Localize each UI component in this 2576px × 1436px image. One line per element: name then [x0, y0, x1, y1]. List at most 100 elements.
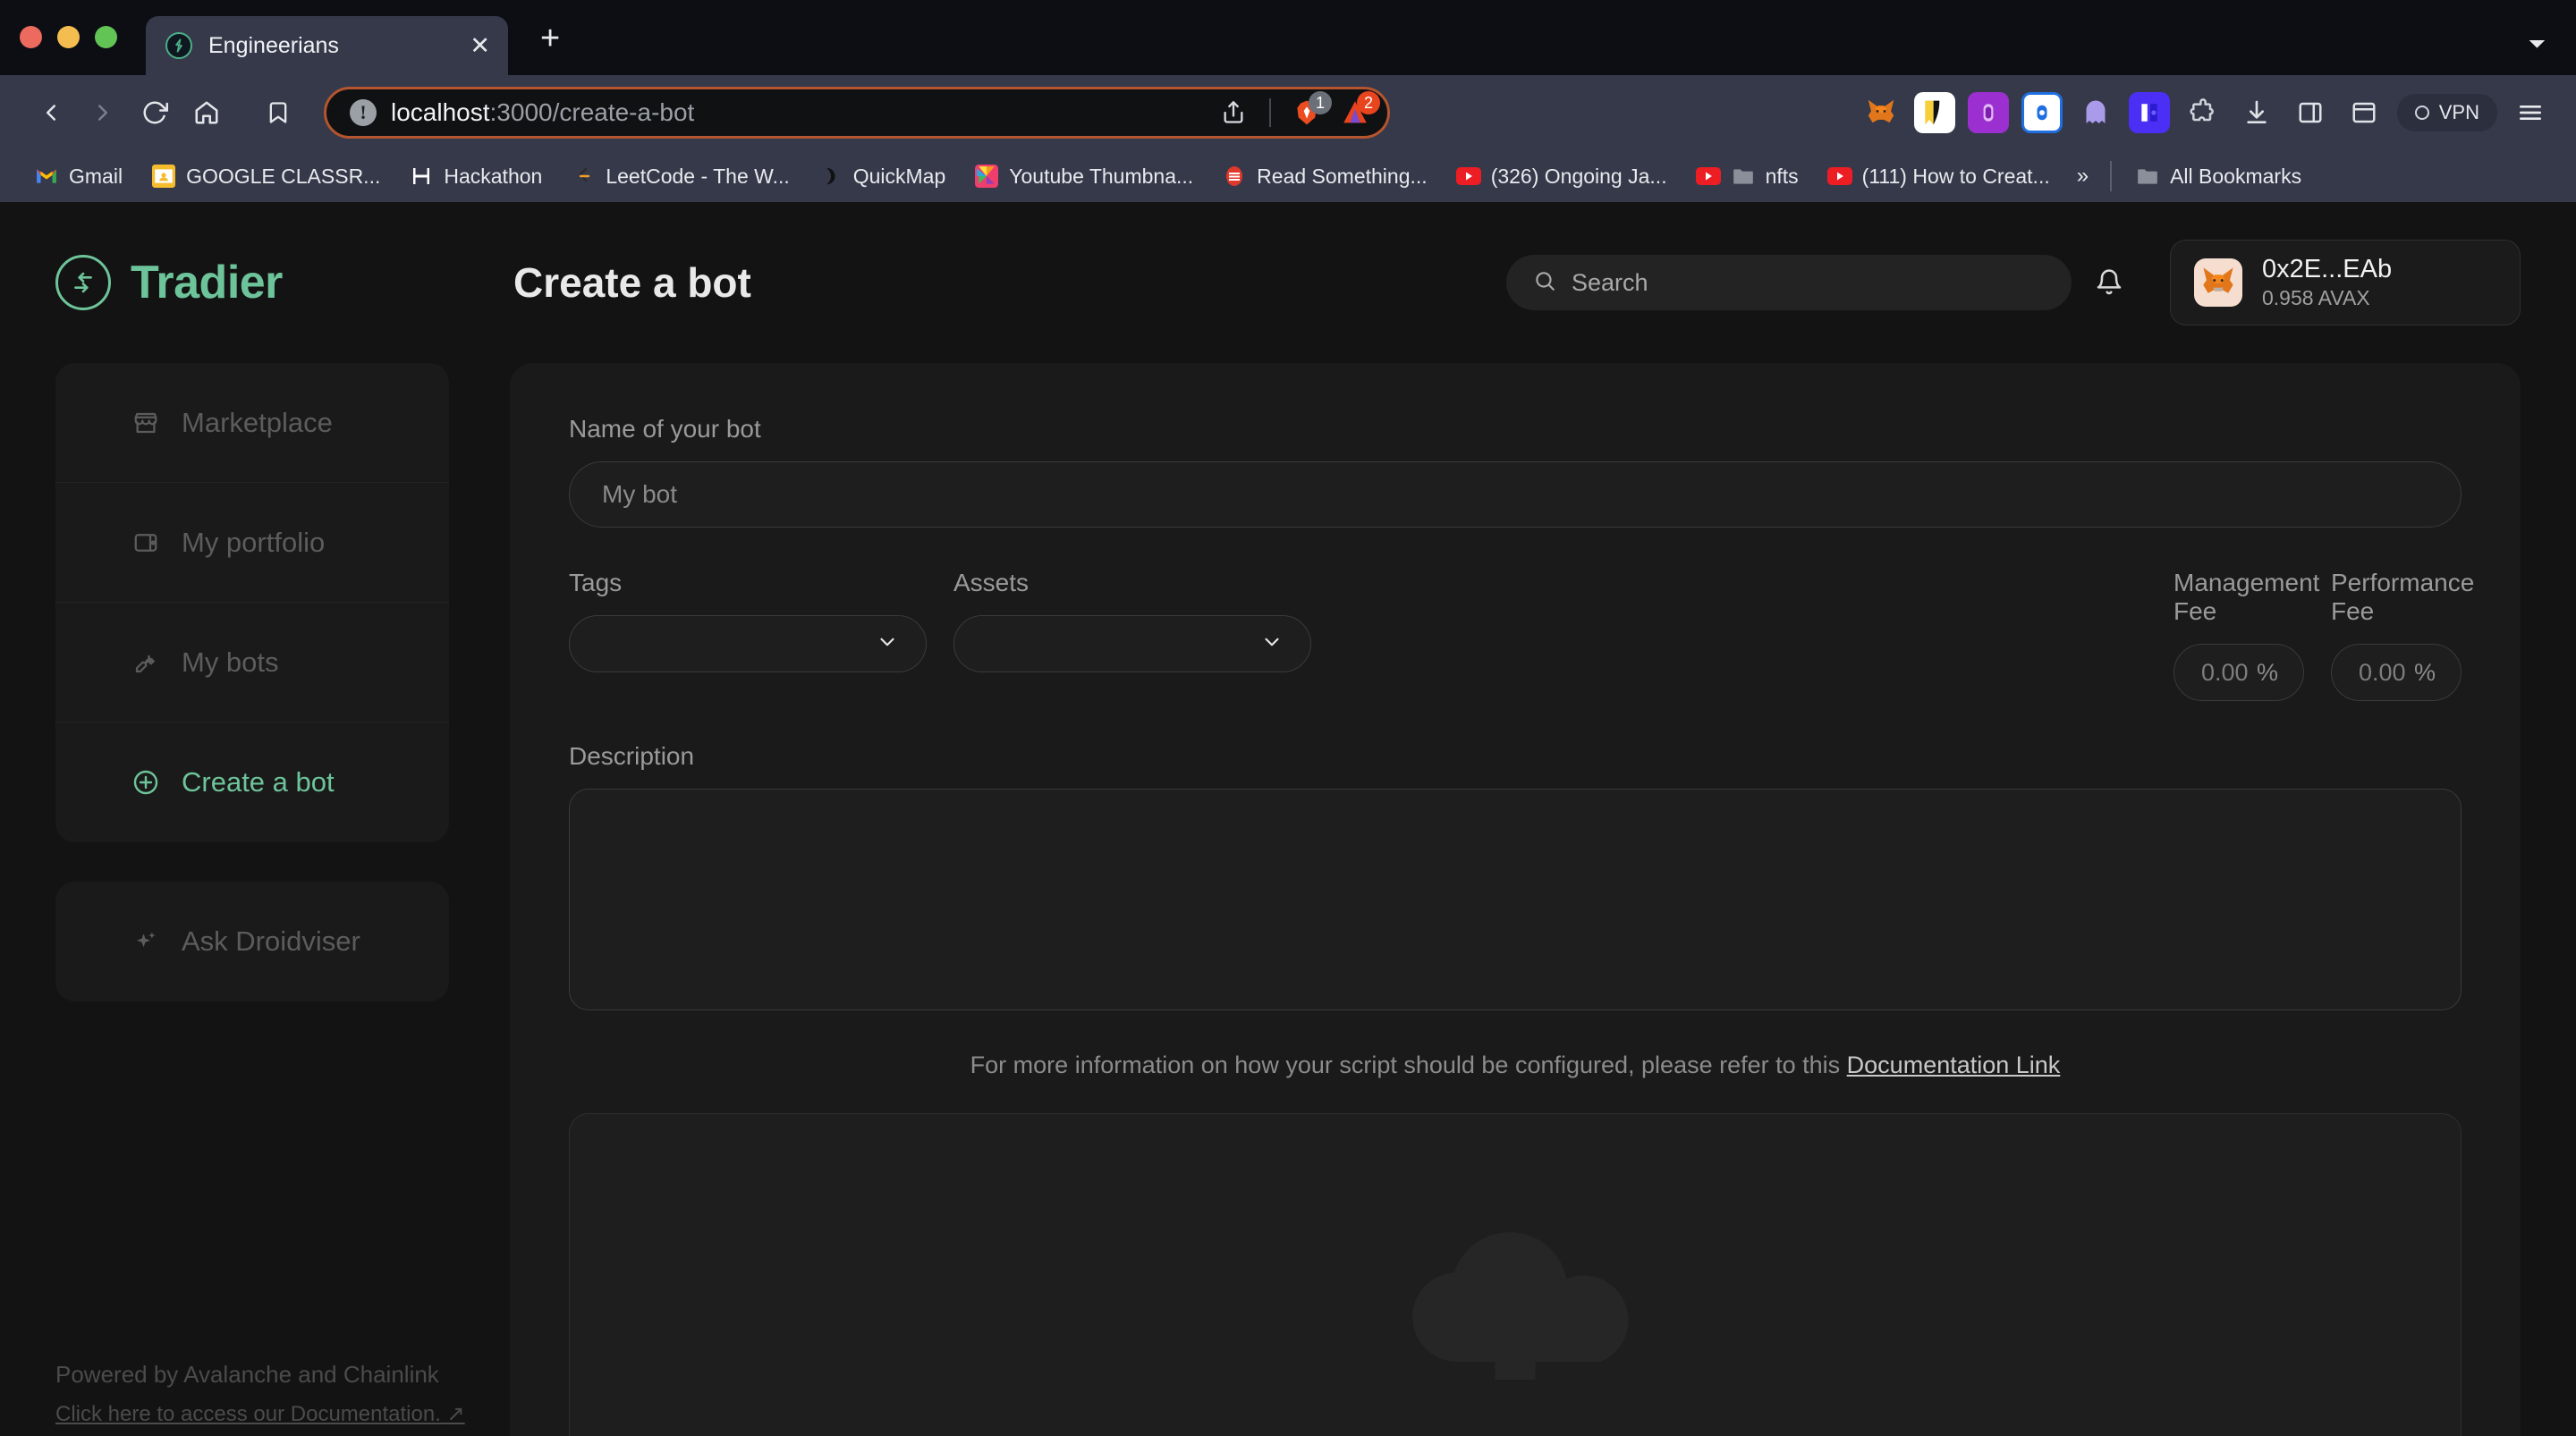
- vpn-button[interactable]: VPN: [2396, 94, 2497, 131]
- documentation-note: For more information on how your script …: [569, 1052, 2462, 1079]
- badge-count: 1: [1309, 91, 1332, 114]
- reading-list-icon[interactable]: [2343, 92, 2385, 133]
- bookmarks-overflow-button[interactable]: »: [2064, 164, 2101, 189]
- minimize-window-button[interactable]: [57, 26, 80, 48]
- bookmark-hackathon[interactable]: Hackathon: [394, 156, 556, 196]
- bell-icon[interactable]: [2072, 268, 2147, 297]
- toolbar-extensions: VPN: [1860, 92, 2551, 133]
- assets-field-group: Assets: [953, 569, 1311, 701]
- home-icon[interactable]: [181, 87, 233, 139]
- forward-arrow-icon[interactable]: [77, 87, 129, 139]
- sidebar-item-marketplace[interactable]: Marketplace: [55, 363, 449, 483]
- wallet-card[interactable]: 0x2E...EAb 0.958 AVAX: [2170, 240, 2521, 325]
- bookmarks-bar: Gmail GOOGLE CLASSR... Hackathon LeetCod…: [0, 150, 2576, 202]
- plus-circle-icon: [131, 767, 161, 798]
- app-body: Marketplace My portfolio My bots Create …: [0, 363, 2576, 1436]
- reload-icon[interactable]: [129, 87, 181, 139]
- bookmark-google-classroom[interactable]: GOOGLE CLASSR...: [137, 156, 394, 196]
- sidebar-primary-nav: Marketplace My portfolio My bots Create …: [55, 363, 449, 842]
- google-classroom-icon: [151, 164, 176, 189]
- brand-name: Tradier: [131, 257, 283, 308]
- youtube-icon: [1695, 164, 1721, 189]
- sidebar-item-my-bots[interactable]: My bots: [55, 603, 449, 722]
- yellow-bookmark-icon[interactable]: [1913, 92, 1955, 133]
- brand-logo[interactable]: Tradier: [55, 255, 513, 310]
- sidebar-item-my-portfolio[interactable]: My portfolio: [55, 483, 449, 603]
- search-input[interactable]: Search: [1506, 255, 2072, 310]
- management-fee-input[interactable]: 0.00 %: [2174, 644, 2304, 701]
- vpn-label: VPN: [2438, 101, 2479, 123]
- bot-name-label: Name of your bot: [569, 415, 761, 443]
- puzzle-piece-icon[interactable]: [2182, 92, 2224, 133]
- assets-select[interactable]: [953, 615, 1311, 672]
- omnibox-actions: 1 2: [1214, 91, 1380, 132]
- documentation-footer-link[interactable]: Click here to access our Documentation. …: [55, 1402, 465, 1426]
- bookmark-how-to-create[interactable]: (111) How to Creat...: [1813, 156, 2064, 196]
- address-bar[interactable]: ! localhost:3000/create-a-bot 1 2: [324, 87, 1390, 139]
- url-host: localhost: [391, 98, 490, 126]
- bookmark-label: Gmail: [69, 164, 123, 188]
- url-path: :3000/create-a-bot: [489, 98, 695, 126]
- sidebar-panel-icon[interactable]: [2290, 92, 2331, 133]
- all-bookmarks-button[interactable]: All Bookmarks: [2121, 156, 2316, 196]
- description-field-group: Description: [569, 742, 2462, 1010]
- omnibox-divider: [1269, 98, 1271, 127]
- bookmark-read-something[interactable]: Read Something...: [1208, 156, 1442, 196]
- description-label: Description: [569, 742, 695, 770]
- chevron-down-icon: [1260, 630, 1284, 658]
- cloud-upload-icon: [1394, 1210, 1636, 1393]
- bookmark-ongoing-ja[interactable]: (326) Ongoing Ja...: [1442, 156, 1682, 196]
- close-window-button[interactable]: [20, 26, 42, 48]
- metamask-fox-icon[interactable]: [1860, 92, 1902, 133]
- bookmark-youtube-thumbnail[interactable]: Youtube Thumbna...: [960, 156, 1208, 196]
- app-viewport: Tradier Create a bot Search 0x2E...EAb 0…: [0, 202, 2576, 1436]
- bookmark-label: GOOGLE CLASSR...: [186, 164, 381, 188]
- bot-name-input[interactable]: My bot: [569, 461, 2462, 528]
- back-arrow-icon[interactable]: [25, 87, 77, 139]
- swap-arrows-circle-icon: [55, 255, 111, 310]
- chevron-down-icon[interactable]: ⏷: [2529, 32, 2546, 57]
- maximize-window-button[interactable]: [95, 26, 117, 48]
- info-circle-icon[interactable]: !: [350, 99, 377, 126]
- header-actions: Search 0x2E...EAb 0.958 AVAX: [1506, 240, 2521, 325]
- browser-tab[interactable]: Engineerians ✕: [146, 16, 508, 75]
- tags-field-group: Tags: [569, 569, 927, 701]
- sidebar-item-label: Create a bot: [182, 766, 335, 798]
- bookmark-icon[interactable]: [252, 87, 304, 139]
- bookmark-gmail[interactable]: Gmail: [20, 156, 137, 196]
- bookmark-leetcode[interactable]: LeetCode - The W...: [556, 156, 803, 196]
- description-textarea[interactable]: [569, 789, 2462, 1010]
- script-upload-dropzone[interactable]: [569, 1113, 2462, 1436]
- bookmark-quickmap[interactable]: QuickMap: [804, 156, 961, 196]
- blue-brand-icon[interactable]: [2128, 92, 2170, 133]
- blue-square-icon[interactable]: [2021, 92, 2063, 133]
- bookmark-nfts-folder[interactable]: nfts: [1682, 156, 1813, 196]
- brave-lion-icon[interactable]: 1: [1287, 91, 1332, 132]
- sidebar-item-ask-droidviser[interactable]: Ask Droidviser: [55, 882, 449, 1001]
- share-icon[interactable]: [1214, 93, 1253, 132]
- wallet-details: 0x2E...EAb 0.958 AVAX: [2262, 253, 2392, 312]
- ghost-icon[interactable]: [2075, 92, 2116, 133]
- documentation-link[interactable]: Documentation Link: [1847, 1052, 2061, 1078]
- sidebar-item-label: Ask Droidviser: [182, 925, 360, 957]
- bookmark-label: LeetCode - The W...: [606, 164, 790, 188]
- create-bot-form-panel: Name of your bot My bot Tags Assets Mana…: [510, 363, 2521, 1436]
- bookmark-label: Youtube Thumbna...: [1009, 164, 1194, 188]
- performance-fee-input[interactable]: 0.00 %: [2331, 644, 2462, 701]
- plus-icon[interactable]: +: [540, 21, 560, 55]
- window-traffic-lights: [20, 26, 117, 75]
- purple-capsule-icon[interactable]: [1967, 92, 2009, 133]
- hamburger-menu-icon[interactable]: [2510, 92, 2551, 133]
- bot-name-placeholder: My bot: [602, 480, 678, 508]
- wallet-balance: 0.958 AVAX: [2262, 286, 2370, 310]
- assets-label: Assets: [953, 569, 1030, 596]
- avalanche-triangle-icon[interactable]: 2: [1335, 91, 1380, 132]
- powered-by-text: Powered by Avalanche and Chainlink: [55, 1361, 439, 1388]
- sidebar-item-create-a-bot[interactable]: Create a bot: [55, 722, 449, 842]
- tags-select[interactable]: [569, 615, 927, 672]
- metamask-fox-icon: [2194, 258, 2242, 307]
- download-icon[interactable]: [2236, 92, 2277, 133]
- url-text: localhost:3000/create-a-bot: [391, 98, 1199, 127]
- close-icon[interactable]: ✕: [470, 33, 490, 58]
- page-title: Create a bot: [513, 259, 751, 306]
